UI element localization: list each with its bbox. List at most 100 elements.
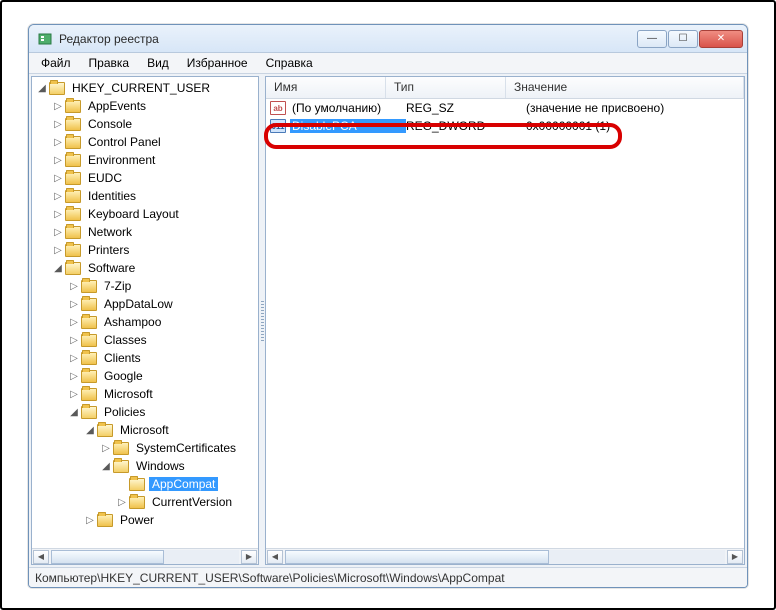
tree-label: Network <box>85 225 135 239</box>
tree-label: 7-Zip <box>101 279 134 293</box>
tree-item[interactable]: AppCompat <box>32 475 258 493</box>
expand-icon[interactable] <box>68 389 80 400</box>
tree-item[interactable]: Power <box>32 511 258 529</box>
window-controls: — ☐ ✕ <box>637 30 743 48</box>
expand-icon[interactable] <box>68 353 80 364</box>
value-data: 0x00000001 (1) <box>526 119 744 133</box>
scroll-track[interactable] <box>51 550 239 564</box>
folder-icon <box>129 496 145 509</box>
col-name[interactable]: Имя <box>266 77 386 98</box>
tree-item[interactable]: Microsoft <box>32 385 258 403</box>
tree-item[interactable]: Classes <box>32 331 258 349</box>
tree-item[interactable]: Microsoft <box>32 421 258 439</box>
tree-item[interactable]: AppDataLow <box>32 295 258 313</box>
tree-label: Policies <box>101 405 148 419</box>
menu-file[interactable]: Файл <box>33 55 79 71</box>
tree-pane: HKEY_CURRENT_USER AppEvents Console Control… <box>31 76 259 565</box>
folder-icon <box>65 262 81 275</box>
tree-label: AppEvents <box>85 99 149 113</box>
tree-item[interactable]: Printers <box>32 241 258 259</box>
tree-label: Environment <box>85 153 158 167</box>
minimize-button[interactable]: — <box>637 30 667 48</box>
expand-icon[interactable] <box>52 155 64 166</box>
expand-icon[interactable] <box>100 443 112 454</box>
tree-label: Printers <box>85 243 132 257</box>
tree-item[interactable]: Policies <box>32 403 258 421</box>
menu-view[interactable]: Вид <box>139 55 177 71</box>
expand-icon[interactable] <box>68 281 80 292</box>
tree-item[interactable]: Keyboard Layout <box>32 205 258 223</box>
expand-icon[interactable] <box>68 335 80 346</box>
values-list[interactable]: ab(По умолчанию)REG_SZ(значение не присв… <box>266 99 744 548</box>
tree-label: Clients <box>101 351 144 365</box>
tree-item[interactable]: Windows <box>32 457 258 475</box>
expand-icon[interactable] <box>52 101 64 112</box>
expand-icon[interactable] <box>116 497 128 508</box>
collapse-icon[interactable] <box>52 263 64 274</box>
titlebar[interactable]: Редактор реестра — ☐ ✕ <box>29 25 747 53</box>
tree-label: Console <box>85 117 135 131</box>
scroll-right-icon[interactable]: ▶ <box>241 550 257 564</box>
close-button[interactable]: ✕ <box>699 30 743 48</box>
tree-item[interactable]: Clients <box>32 349 258 367</box>
tree-item[interactable]: Console <box>32 115 258 133</box>
tree-item[interactable]: Software <box>32 259 258 277</box>
col-type[interactable]: Тип <box>386 77 506 98</box>
folder-icon <box>81 406 97 419</box>
expand-icon[interactable] <box>52 209 64 220</box>
scroll-left-icon[interactable]: ◀ <box>267 550 283 564</box>
scroll-left-icon[interactable]: ◀ <box>33 550 49 564</box>
tree-item[interactable]: Control Panel <box>32 133 258 151</box>
folder-icon <box>49 82 65 95</box>
menu-edit[interactable]: Правка <box>81 55 138 71</box>
tree-label: Software <box>85 261 138 275</box>
scroll-right-icon[interactable]: ▶ <box>727 550 743 564</box>
tree-item[interactable]: EUDC <box>32 169 258 187</box>
tree-item[interactable]: Ashampoo <box>32 313 258 331</box>
scroll-track[interactable] <box>285 550 725 564</box>
menu-favorites[interactable]: Избранное <box>179 55 256 71</box>
tree-item[interactable]: SystemCertificates <box>32 439 258 457</box>
value-type: REG_SZ <box>406 101 526 115</box>
expand-icon[interactable] <box>68 371 80 382</box>
folder-icon <box>65 154 81 167</box>
col-value[interactable]: Значение <box>506 77 744 98</box>
folder-icon <box>113 460 129 473</box>
collapse-icon[interactable] <box>36 83 48 94</box>
expand-icon[interactable] <box>52 137 64 148</box>
expand-icon[interactable] <box>52 119 64 130</box>
expand-icon[interactable] <box>68 317 80 328</box>
tree-item[interactable]: AppEvents <box>32 97 258 115</box>
collapse-icon[interactable] <box>84 425 96 436</box>
folder-icon <box>65 190 81 203</box>
expand-icon[interactable] <box>52 245 64 256</box>
tree-item[interactable]: HKEY_CURRENT_USER <box>32 79 258 97</box>
tree-label: Keyboard Layout <box>85 207 182 221</box>
value-row[interactable]: ab(По умолчанию)REG_SZ(значение не присв… <box>266 99 744 117</box>
value-row[interactable]: 011DisablePCAREG_DWORD0x00000001 (1) <box>266 117 744 135</box>
tree-item[interactable]: Google <box>32 367 258 385</box>
tree-hscroll[interactable]: ◀ ▶ <box>32 548 258 564</box>
expand-icon[interactable] <box>52 191 64 202</box>
expand-icon[interactable] <box>52 227 64 238</box>
folder-icon <box>113 442 129 455</box>
column-headers: Имя Тип Значение <box>266 77 744 99</box>
expand-icon[interactable] <box>84 515 96 526</box>
maximize-button[interactable]: ☐ <box>668 30 698 48</box>
collapse-icon[interactable] <box>100 461 112 472</box>
list-hscroll[interactable]: ◀ ▶ <box>266 548 744 564</box>
collapse-icon[interactable] <box>68 407 80 418</box>
tree-item[interactable]: 7-Zip <box>32 277 258 295</box>
registry-tree[interactable]: HKEY_CURRENT_USER AppEvents Console Control… <box>32 77 258 548</box>
tree-item[interactable]: Identities <box>32 187 258 205</box>
menu-help[interactable]: Справка <box>258 55 321 71</box>
value-name: (По умолчанию) <box>290 101 406 115</box>
tree-item[interactable]: Network <box>32 223 258 241</box>
client-area: HKEY_CURRENT_USER AppEvents Console Control… <box>29 73 747 567</box>
folder-icon <box>65 172 81 185</box>
tree-item[interactable]: CurrentVersion <box>32 493 258 511</box>
tree-item[interactable]: Environment <box>32 151 258 169</box>
tree-label: Identities <box>85 189 139 203</box>
expand-icon[interactable] <box>52 173 64 184</box>
expand-icon[interactable] <box>68 299 80 310</box>
